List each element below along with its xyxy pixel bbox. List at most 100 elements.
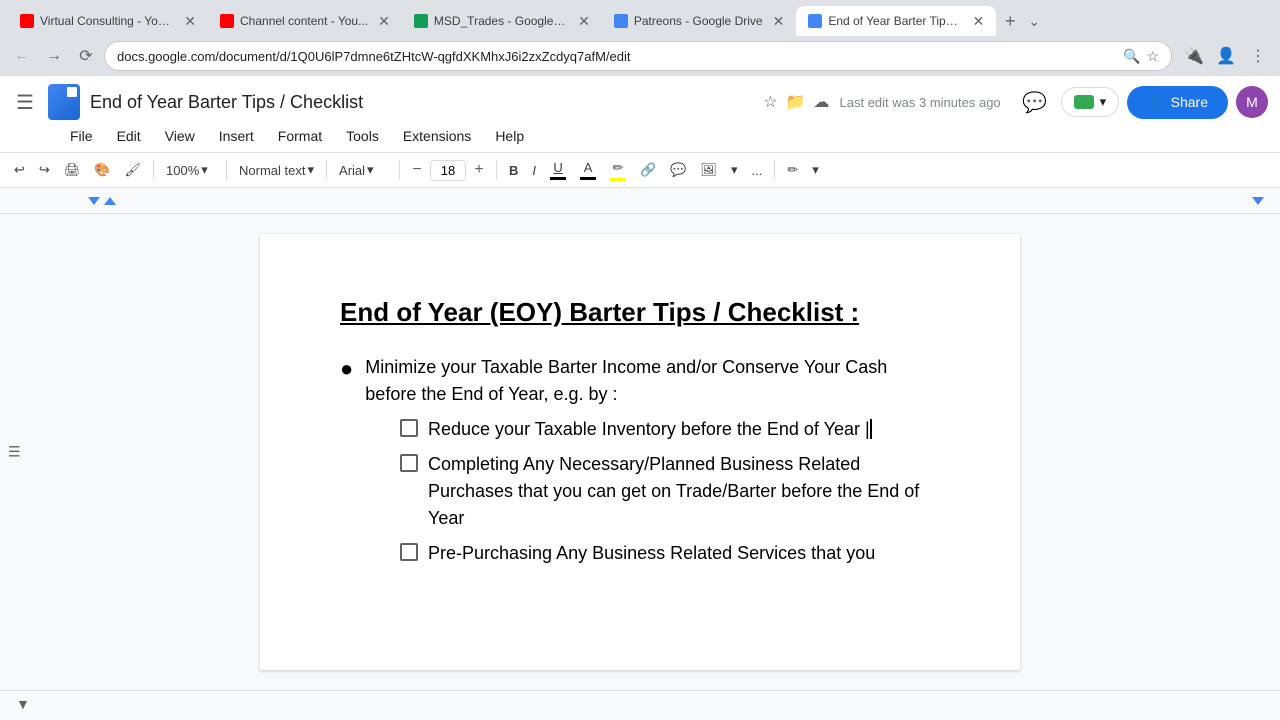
refresh-button[interactable]: ⟳ [72,42,100,70]
tab-label-4: Patreons - Google Drive [634,14,763,28]
highlight-color-indicator [610,178,626,181]
tab-msd-trades[interactable]: MSD_Trades - Google S... ✕ [402,6,602,36]
address-input-wrap[interactable]: docs.google.com/document/d/1Q0U6lP7dmne6… [104,41,1172,71]
address-url: docs.google.com/document/d/1Q0U6lP7dmne6… [117,49,1117,64]
docs-title-icons: ☆ 📁 ☁ [763,92,829,112]
sidebar-outline-icon[interactable]: ☰ [8,444,21,461]
docs-title-bar: ☰ End of Year Barter Tips / Checklist ☆ … [0,76,1280,124]
tab-close-2[interactable]: ✕ [378,13,390,30]
menu-view[interactable]: View [155,124,205,148]
checkbox-3[interactable] [400,543,418,561]
bookmark-icon[interactable]: ☆ [1146,48,1159,65]
font-size-decrease-button[interactable]: − [406,159,428,181]
toolbar-sep-1 [153,160,154,180]
undo-button[interactable]: ↩ [8,155,31,185]
ruler-marker-right-end[interactable] [1252,197,1264,205]
highlight-icon: ✏ [613,160,624,175]
redo-button[interactable]: ↪ [33,155,56,185]
paint-roller-button[interactable]: 🖌 [119,155,148,185]
meet-button[interactable]: ▾ [1061,87,1120,117]
share-icon: 👤 [1147,94,1164,111]
zoom-dropdown[interactable]: 100% ▾ [160,155,220,185]
zoom-value: 100% [166,163,199,178]
docs-header-actions: Last edit was 3 minutes ago 💬 ▾ 👤 Share … [840,84,1268,120]
tab-favicon-yt1 [20,14,34,28]
tab-channel-content[interactable]: Channel content - You... ✕ [208,6,402,36]
menu-help[interactable]: Help [485,124,534,148]
tab-favicon-yt2 [220,14,234,28]
docs-document-title[interactable]: End of Year Barter Tips / Checklist [90,92,753,113]
tab-close-1[interactable]: ✕ [184,13,196,30]
tab-label-5: End of Year Barter Tips ... [828,14,962,28]
zoom-arrow-icon: ▾ [201,162,208,178]
tab-patreons[interactable]: Patreons - Google Drive ✕ [602,6,796,36]
more-options-icon[interactable]: ⋮ [1244,42,1272,70]
more-toolbar-button[interactable]: ... [745,155,768,185]
checklist-item-2: Completing Any Necessary/Planned Busines… [400,451,940,532]
highlight-color-button[interactable]: ✏ [604,155,632,185]
comments-button[interactable]: 💬 [1017,84,1053,120]
ruler-marker-left[interactable] [88,197,100,205]
toolbar-sep-6 [774,160,775,180]
comment-inline-button[interactable]: 💬 [664,155,692,185]
tab-arrow-left[interactable]: ⌄ [1028,13,1040,30]
browser-chrome: Virtual Consulting - You... ✕ Channel co… [0,0,1280,76]
tab-label-1: Virtual Consulting - You... [40,14,174,28]
hamburger-menu-icon[interactable]: ☰ [12,86,38,119]
font-arrow-icon: ▾ [367,162,374,178]
print-button[interactable]: 🖨 [58,155,87,185]
font-size-input[interactable] [430,160,466,181]
style-dropdown[interactable]: Normal text ▾ [233,155,320,185]
tab-eoy-barter[interactable]: End of Year Barter Tips ... ✕ [796,6,996,36]
font-dropdown[interactable]: Arial ▾ [333,155,393,185]
docs-toolbar: ↩ ↪ 🖨 🎨 🖌 100% ▾ Normal text ▾ Arial ▾ −… [0,152,1280,187]
text-cursor [870,419,872,439]
italic-button[interactable]: I [526,155,542,185]
bold-button[interactable]: B [503,155,524,185]
menu-file[interactable]: File [60,124,103,148]
doc-area: ☰ End of Year (EOY) Barter Tips / Checkl… [0,214,1280,690]
share-label: Share [1171,94,1208,110]
menu-format[interactable]: Format [268,124,332,148]
user-avatar[interactable]: M [1236,86,1268,118]
star-icon[interactable]: ☆ [763,92,777,112]
checklist-item-3: Pre-Purchasing Any Business Related Serv… [400,540,940,567]
tab-arrows: ⌄ [1028,13,1040,30]
underline-button[interactable]: U [544,155,572,185]
text-color-button[interactable]: A [574,155,602,185]
checkbox-1[interactable] [400,419,418,437]
new-tab-button[interactable]: + [996,7,1024,35]
menu-tools[interactable]: Tools [336,124,389,148]
back-button[interactable]: ← [8,42,36,70]
bullet-dot-1: ● [340,356,353,382]
scroll-down-icon[interactable]: ▼ [16,696,30,712]
menu-edit[interactable]: Edit [107,124,151,148]
bullet-item-1: ● Minimize your Taxable Barter Income an… [340,354,940,408]
tab-close-4[interactable]: ✕ [773,13,785,30]
tab-virtual-consulting[interactable]: Virtual Consulting - You... ✕ [8,6,208,36]
move-to-folder-icon[interactable]: 📁 [786,92,806,112]
cloud-status-icon: ☁ [814,92,830,112]
image-dropdown-button[interactable]: ▾ [725,155,744,185]
profile-icon[interactable]: 👤 [1212,42,1240,70]
tab-close-3[interactable]: ✕ [578,13,590,30]
tab-favicon-gd [614,14,628,28]
menu-insert[interactable]: Insert [209,124,264,148]
font-size-increase-button[interactable]: + [468,159,490,181]
tab-label-3: MSD_Trades - Google S... [434,14,568,28]
checkbox-2[interactable] [400,454,418,472]
menu-extensions[interactable]: Extensions [393,124,481,148]
bottom-bar: ▼ [0,690,1280,716]
doc-page[interactable]: End of Year (EOY) Barter Tips / Checklis… [260,234,1020,670]
forward-button[interactable]: → [40,42,68,70]
ruler-marker-right[interactable] [104,197,116,205]
toolbar-sep-2 [226,160,227,180]
edit-mode-button[interactable]: ✏ [781,155,804,185]
share-button[interactable]: 👤 Share [1127,86,1228,119]
extensions-icon[interactable]: 🔌 [1180,42,1208,70]
image-button[interactable]: 🖼 [694,155,723,185]
edit-mode-arrow[interactable]: ▾ [806,155,825,185]
link-button[interactable]: 🔗 [634,155,662,185]
paint-format-button[interactable]: 🎨 [88,155,116,185]
tab-close-5[interactable]: ✕ [973,13,985,30]
